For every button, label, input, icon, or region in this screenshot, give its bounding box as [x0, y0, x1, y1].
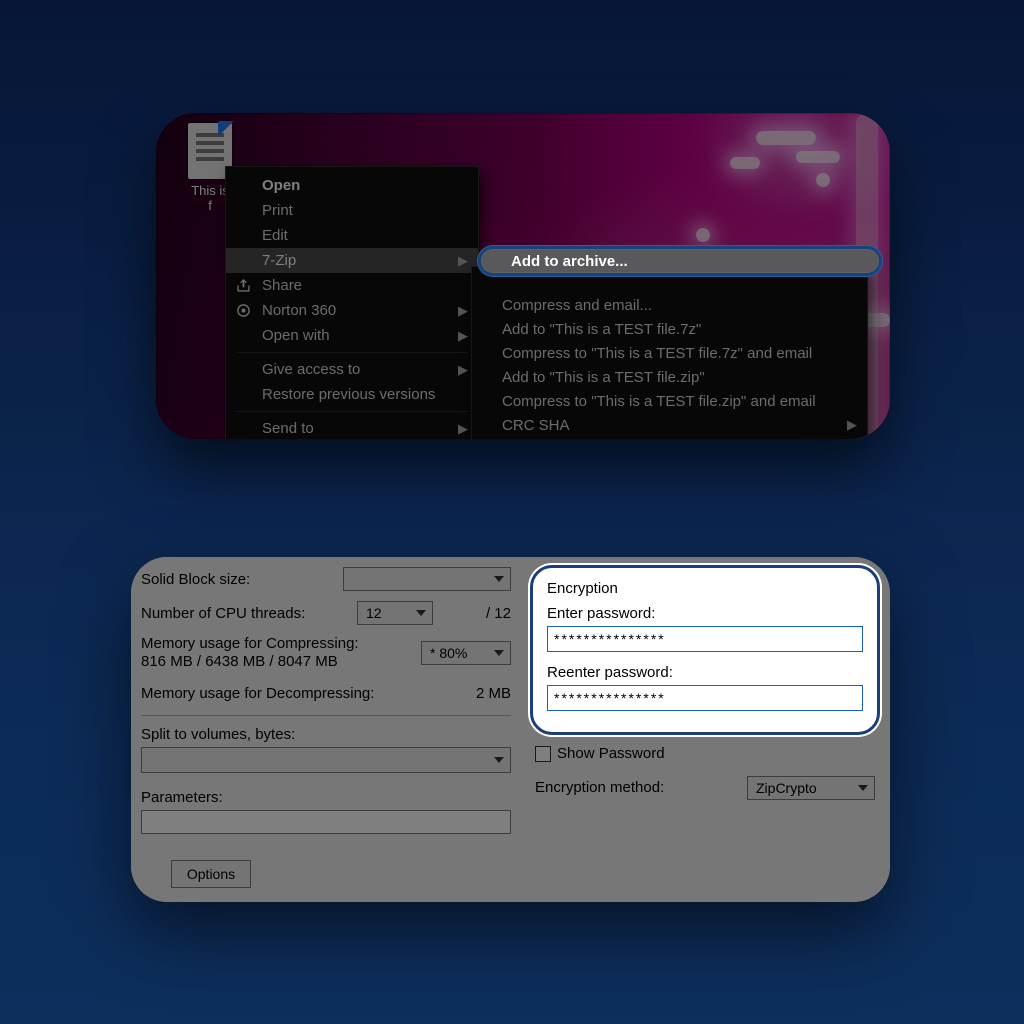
add-to-archive-dialog: Solid Block size: Number of CPU threads:… — [131, 557, 890, 902]
mem-compress-label: Memory usage for Compressing: 816 MB / 6… — [141, 635, 421, 671]
mem-decompress-value: 2 MB — [451, 685, 511, 702]
dim-overlay — [156, 113, 890, 439]
encryption-group-title: Encryption — [547, 580, 863, 597]
options-button[interactable]: Options — [171, 860, 251, 888]
encryption-method-combo[interactable]: ZipCrypto — [747, 776, 875, 800]
encryption-group: Encryption Enter password: Reenter passw… — [530, 565, 880, 735]
split-volumes-combo[interactable] — [141, 747, 511, 773]
mem-compress-combo[interactable]: * 80% — [421, 641, 511, 665]
reenter-password-label: Reenter password: — [547, 664, 863, 681]
encryption-method-label: Encryption method: — [535, 779, 747, 796]
show-password-checkbox[interactable]: Show Password — [535, 745, 665, 762]
submenu-item-label: Add to archive... — [511, 253, 628, 270]
parameters-label: Parameters: — [141, 789, 511, 806]
context-menu-screenshot: This is f Open Print Edit 7-Zip ▶ Share … — [156, 113, 890, 439]
enter-password-input[interactable] — [547, 626, 863, 652]
cpu-threads-total: / 12 — [451, 605, 511, 622]
reenter-password-input[interactable] — [547, 685, 863, 711]
cpu-threads-combo[interactable]: 12 — [357, 601, 433, 625]
cpu-threads-label: Number of CPU threads: — [141, 605, 357, 622]
solid-block-combo[interactable] — [343, 567, 511, 591]
parameters-input[interactable] — [141, 810, 511, 834]
submenu-item-add-to-archive[interactable]: Add to archive... — [478, 246, 882, 276]
solid-block-label: Solid Block size: — [141, 571, 343, 588]
enter-password-label: Enter password: — [547, 605, 863, 622]
checkbox-icon — [535, 746, 551, 762]
mem-decompress-label: Memory usage for Decompressing: — [141, 685, 451, 702]
separator — [141, 715, 511, 716]
dialog-left-column: Solid Block size: Number of CPU threads:… — [141, 567, 511, 888]
split-volumes-label: Split to volumes, bytes: — [141, 726, 511, 743]
